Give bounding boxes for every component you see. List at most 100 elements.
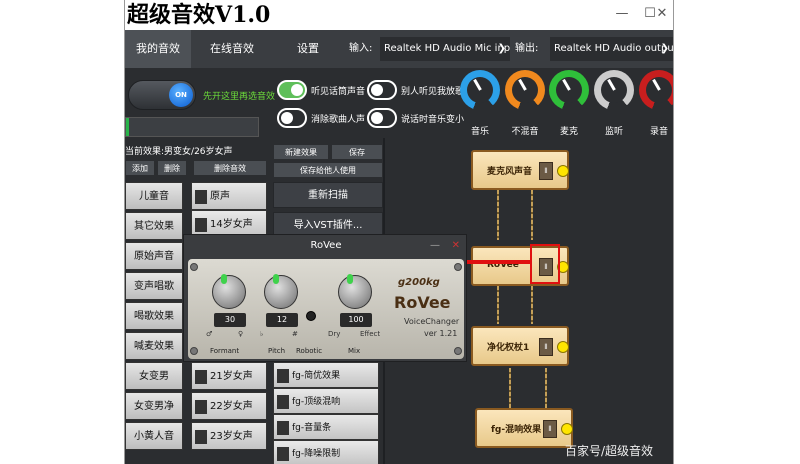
plugin-label: fg-简优效果 [292, 371, 341, 381]
chain-rope [497, 286, 499, 324]
category-voice-change-singing[interactable]: 变声唱歌 [125, 272, 183, 300]
plugin-item[interactable]: fg-降噪限制 [273, 440, 379, 464]
output-device-select[interactable]: Realtek HD Audio output ❯ [550, 37, 673, 61]
plugin-label: fg-降噪限制 [292, 449, 341, 459]
minimize-button[interactable]: — [611, 4, 633, 24]
chain-node-label: fg-混响效果 [491, 425, 542, 435]
product-subtitle: VoiceChanger [404, 317, 460, 326]
mic-knob-icon[interactable] [549, 70, 589, 110]
level-meter [125, 117, 259, 137]
female-symbol: ♀ [238, 330, 244, 338]
music-knob-icon[interactable] [460, 70, 500, 110]
formant-label: Formant [210, 347, 240, 355]
category-child-voice[interactable]: 儿童音 [125, 182, 183, 210]
no-mix-knob-label: 不混音 [511, 127, 539, 137]
chain-node-label: 麦克风声音 [487, 167, 533, 177]
delete-effect-button[interactable]: 删除音效 [193, 160, 267, 176]
knob-indicator [221, 274, 227, 284]
input-label: 输入: [349, 43, 373, 54]
tab-online-effects[interactable]: 在线音效 [199, 30, 265, 68]
new-effect-button[interactable]: 新建效果 [273, 144, 329, 160]
output-device-value: Realtek HD Audio output [554, 43, 673, 54]
preset-icon [195, 370, 207, 384]
plugin-label: fg-顶级混响 [292, 397, 341, 407]
chain-node-mic[interactable]: 麦克风声音 ⫴ [471, 150, 569, 190]
node-settings-icon[interactable]: ⫴ [543, 420, 557, 438]
delete-button[interactable]: 删除 [157, 160, 187, 176]
chain-rope [509, 368, 511, 408]
chain-rope [545, 368, 547, 408]
preset-item[interactable]: 21岁女声 [191, 362, 267, 390]
category-female-to-male[interactable]: 女变男 [125, 362, 183, 390]
preset-icon [195, 190, 207, 204]
monitor-knob-icon[interactable] [594, 70, 634, 110]
toggle-remove-vocals[interactable] [277, 108, 307, 128]
category-minion-voice[interactable]: 小黄人音 [125, 422, 183, 450]
no-mix-knob-icon[interactable] [505, 70, 545, 110]
main-power-switch[interactable]: ON [128, 80, 196, 110]
output-label: 输出: [515, 43, 539, 54]
toggle-others-hear-music-label: 别人听见我放歌 [401, 87, 465, 97]
brand-logo: g200kg [398, 277, 440, 288]
tab-my-effects[interactable]: 我的音效 [125, 30, 191, 68]
toggle-dot [371, 84, 383, 96]
chain-node-purify[interactable]: 净化权杖1 ⫴ [471, 326, 569, 366]
preset-item[interactable]: 23岁女声 [191, 422, 267, 450]
robotic-toggle[interactable] [306, 311, 316, 321]
node-status-led[interactable] [557, 341, 569, 353]
pitch-knob[interactable] [264, 274, 298, 309]
sharp-symbol: # [292, 330, 298, 338]
tab-settings[interactable]: 设置 [275, 30, 341, 68]
formant-knob[interactable] [212, 274, 246, 309]
male-symbol: ♂ [206, 330, 213, 338]
mix-knob[interactable] [338, 274, 372, 309]
rivet-icon [190, 263, 198, 271]
app-window: 超级音效V1.0 — ☐ ✕ 我的音效 在线音效 设置 输入: Realtek … [124, 0, 674, 464]
save-for-others-button[interactable]: 保存给他人使用 [273, 162, 383, 178]
category-singing-effects[interactable]: 喝歌效果 [125, 302, 183, 330]
preset-icon [195, 218, 207, 232]
watermark: 百家号/超级音效 [565, 444, 654, 458]
add-button[interactable]: 添加 [125, 160, 155, 176]
node-status-led[interactable] [557, 165, 569, 177]
toggle-duck-music-label: 说话时音乐变小 [401, 115, 465, 125]
rescan-button[interactable]: 重新扫描 [273, 182, 383, 208]
rivet-icon [190, 347, 198, 355]
toggle-others-hear-music[interactable] [367, 80, 397, 100]
record-knob-icon[interactable] [639, 70, 673, 110]
preset-label: 原声 [210, 191, 230, 202]
app-title: 超级音效V1.0 [127, 2, 271, 28]
node-settings-icon[interactable]: ⫴ [539, 162, 553, 180]
rivet-icon [454, 263, 462, 271]
product-name: RoVee [394, 293, 451, 312]
close-button[interactable]: ✕ [651, 4, 673, 24]
node-status-led[interactable] [561, 423, 573, 435]
preset-item[interactable]: 22岁女声 [191, 392, 267, 420]
save-button[interactable]: 保存 [331, 144, 383, 160]
top-toolbar: 我的音效 在线音效 设置 输入: Realtek HD Audio Mic in… [125, 30, 673, 68]
category-other-effects[interactable]: 其它效果 [125, 212, 183, 240]
category-original-voice[interactable]: 原始声音 [125, 242, 183, 270]
preset-label: 21岁女声 [210, 371, 253, 382]
plugin-icon [277, 369, 289, 383]
toggle-hear-mic[interactable] [277, 80, 307, 100]
node-settings-icon[interactable]: ⫴ [539, 338, 553, 356]
chain-rope [531, 286, 533, 324]
toggle-duck-music[interactable] [367, 108, 397, 128]
plugin-item[interactable]: fg-音量条 [273, 414, 379, 440]
category-mc-effects[interactable]: 喊麦效果 [125, 332, 183, 360]
flat-symbol: ♭ [260, 330, 264, 338]
input-device-select[interactable]: Realtek HD Audio Mic input ❯ [380, 37, 510, 61]
rovee-close-button[interactable]: ✕ [452, 235, 460, 257]
preset-item[interactable]: 原声 [191, 182, 267, 210]
chevron-down-icon: ❯ [660, 43, 669, 54]
category-female-to-male-clean[interactable]: 女变男净 [125, 392, 183, 420]
pitch-label: Pitch [268, 347, 286, 355]
rovee-minimize-button[interactable]: — [430, 235, 440, 257]
title-bar: 超级音效V1.0 — ☐ ✕ [125, 0, 673, 30]
plugin-item[interactable]: fg-简优效果 [273, 362, 379, 388]
chain-rope [531, 190, 533, 240]
plugin-item[interactable]: fg-顶级混响 [273, 388, 379, 414]
rovee-panel: 30 ♂ ♀ Formant 12 ♭ # Pitch Robotic 100 … [188, 259, 464, 359]
chain-node-reverb[interactable]: fg-混响效果 ⫴ [475, 408, 573, 448]
